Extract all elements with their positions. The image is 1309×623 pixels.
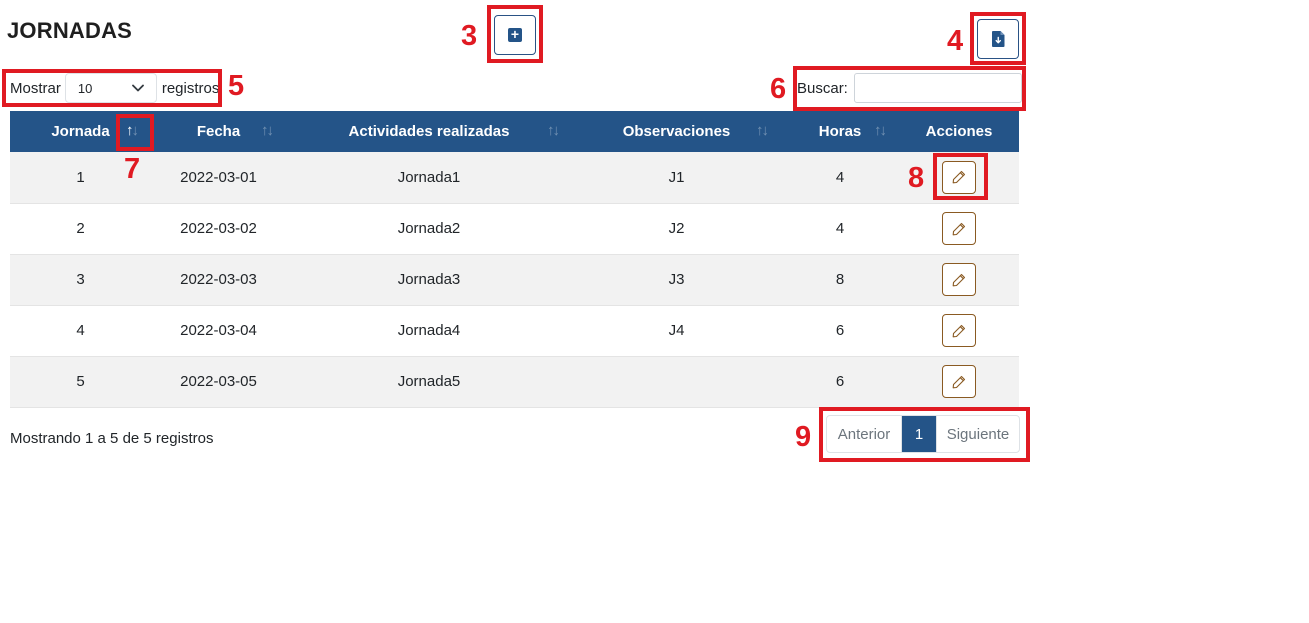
sort-icon[interactable]: ↑↓ [261,122,274,139]
annotation-number: 7 [124,153,141,185]
annotation-number: 5 [228,70,245,102]
pencil-icon [952,222,966,235]
pencil-icon [952,273,966,286]
annotation-box-8 [933,153,988,200]
cell-actividades: Jornada4 [397,322,461,339]
annotation-number: 4 [947,25,964,57]
cell-fecha: 2022-03-01 [180,168,257,186]
annotation-box-9 [819,407,1030,462]
sort-icon[interactable]: ↑↓ [756,122,769,139]
cell-jornada: 2 [76,220,85,237]
table-row: 5 2022-03-05 Jornada5 6 [10,356,1019,407]
cell-actividades: Jornada1 [397,168,461,186]
edit-button[interactable] [942,212,976,245]
column-header-label: Jornada [51,123,110,140]
column-header-actividades[interactable]: Actividades realizadas ↑↓ [286,111,572,152]
pencil-icon [952,324,966,337]
annotation-box-6 [793,66,1026,111]
column-header-label: Fecha [196,123,241,140]
cell-horas: 4 [835,168,845,186]
cell-acciones [899,356,1019,407]
annotation-number: 3 [461,20,478,52]
cell-jornada: 4 [76,322,85,339]
cell-observaciones: J1 [668,168,685,186]
sort-icon[interactable]: ↑↓ [874,122,887,139]
column-header-label: Horas [818,123,862,140]
table-row: 4 2022-03-04 Jornada4 J4 6 [10,305,1019,356]
cell-fecha: 2022-03-04 [180,322,257,339]
cell-fecha: 2022-03-05 [180,373,257,390]
cell-horas: 8 [835,271,845,288]
annotation-number: 8 [908,162,925,194]
column-header-observaciones[interactable]: Observaciones ↑↓ [572,111,781,152]
cell-actividades: Jornada3 [397,271,461,288]
table-row: 3 2022-03-03 Jornada3 J3 8 [10,254,1019,305]
annotation-number: 6 [770,73,787,105]
pencil-icon [952,375,966,388]
sort-icon[interactable]: ↑↓ [547,122,560,139]
cell-fecha: 2022-03-02 [180,220,257,237]
column-header-acciones: Acciones [899,111,1019,152]
annotation-number: 9 [795,421,812,453]
cell-observaciones: J4 [668,322,685,339]
cell-horas: 4 [835,220,845,237]
edit-button[interactable] [942,263,976,296]
page-title: JORNADAS [7,18,133,43]
table-row: 1 2022-03-01 Jornada1 J1 4 [10,152,1019,203]
jornadas-table: Jornada ↑↓ Fecha ↑↓ Actividades realizadas… [10,111,1019,408]
column-header-horas[interactable]: Horas ↑↓ [781,111,899,152]
annotation-box-5 [2,69,222,107]
cell-actividades: Jornada2 [397,220,461,237]
table-header-row: Jornada ↑↓ Fecha ↑↓ Actividades realizadas… [10,111,1019,152]
cell-fecha: 2022-03-03 [180,271,257,288]
cell-jornada: 5 [76,373,85,390]
column-header-label: Observaciones [622,123,731,140]
cell-horas: 6 [835,373,845,390]
column-header-label: Acciones [925,123,993,140]
annotation-box-7 [116,114,154,151]
cell-horas: 6 [835,322,845,339]
cell-observaciones: J3 [668,271,685,288]
cell-acciones [899,305,1019,356]
cell-observaciones: J2 [668,220,685,237]
cell-actividades: Jornada5 [397,373,461,390]
cell-acciones [899,254,1019,305]
table-row: 2 2022-03-02 Jornada2 J2 4 [10,203,1019,254]
annotation-box-3 [487,5,543,63]
cell-observaciones [572,356,781,407]
edit-button[interactable] [942,365,976,398]
table-info: Mostrando 1 a 5 de 5 registros [10,430,214,447]
annotation-box-4 [970,12,1026,65]
column-header-fecha[interactable]: Fecha ↑↓ [151,111,286,152]
edit-button[interactable] [942,314,976,347]
column-header-label: Actividades realizadas [348,123,510,140]
cell-acciones [899,203,1019,254]
cell-jornada: 3 [76,271,85,288]
